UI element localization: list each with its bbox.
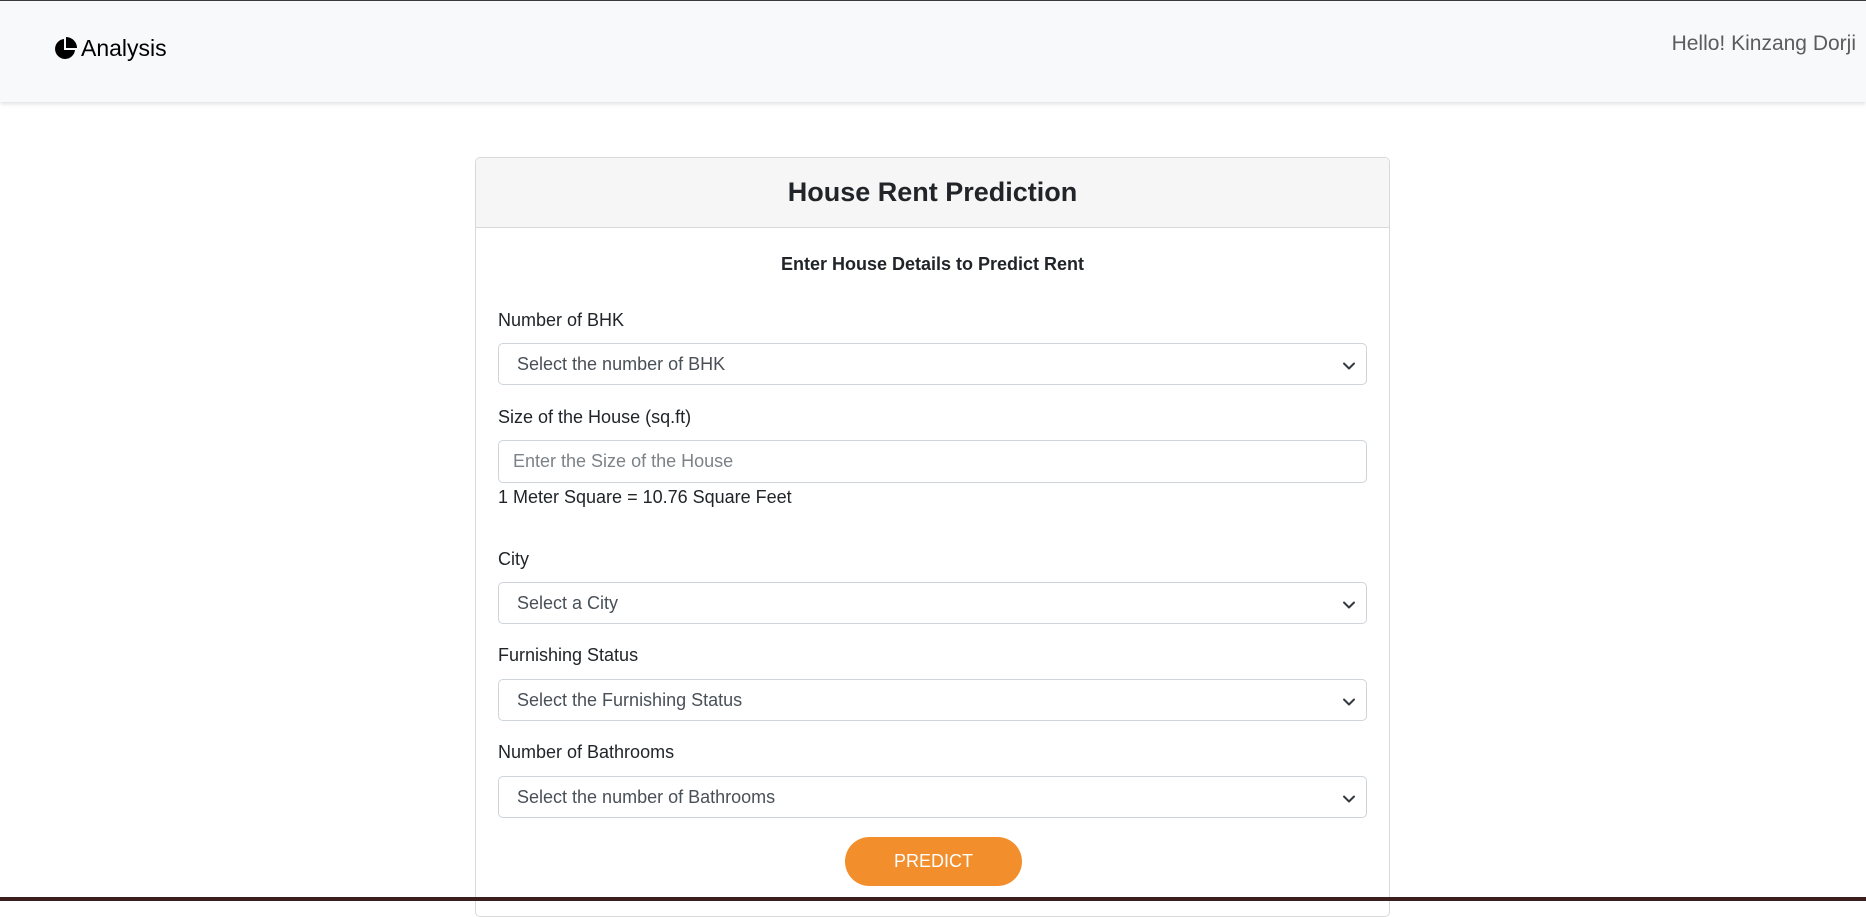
chevron-down-icon bbox=[1342, 596, 1356, 617]
chevron-down-icon bbox=[1342, 357, 1356, 378]
predict-button[interactable]: PREDICT bbox=[845, 837, 1022, 886]
user-greeting: Hello! Kinzang Dorji bbox=[1671, 32, 1856, 55]
city-label: City bbox=[498, 549, 529, 569]
top-navbar: Analysis Hello! Kinzang Dorji bbox=[0, 0, 1866, 102]
size-conversion-hint: 1 Meter Square = 10.76 Square Feet bbox=[498, 487, 792, 507]
card-title: House Rent Prediction bbox=[476, 158, 1389, 228]
furnishing-label: Furnishing Status bbox=[498, 645, 639, 665]
bhk-label: Number of BHK bbox=[498, 310, 625, 330]
chevron-down-icon bbox=[1342, 693, 1356, 714]
prediction-card: House Rent Prediction Enter House Detail… bbox=[475, 157, 1390, 917]
bhk-select[interactable]: Select the number of BHK bbox=[498, 343, 1367, 385]
bottom-edge-bar bbox=[0, 897, 1866, 901]
card-subtitle: Enter House Details to Predict Rent bbox=[780, 254, 1085, 274]
bathrooms-select-value: Select the number of Bathrooms bbox=[517, 786, 776, 807]
brand-label: Analysis bbox=[81, 35, 167, 61]
bathrooms-label: Number of Bathrooms bbox=[498, 742, 675, 762]
furnishing-select[interactable]: Select the Furnishing Status bbox=[498, 679, 1367, 721]
city-select[interactable]: Select a City bbox=[498, 582, 1367, 624]
chevron-down-icon bbox=[1342, 790, 1356, 811]
bhk-select-value: Select the number of BHK bbox=[517, 353, 726, 374]
size-input[interactable] bbox=[498, 440, 1367, 483]
brand-link[interactable]: Analysis bbox=[53, 35, 167, 62]
pie-chart-icon bbox=[53, 36, 77, 61]
size-label: Size of the House (sq.ft) bbox=[498, 407, 692, 427]
bathrooms-select[interactable]: Select the number of Bathrooms bbox=[498, 776, 1367, 818]
furnishing-select-value: Select the Furnishing Status bbox=[517, 689, 743, 710]
city-select-value: Select a City bbox=[517, 592, 619, 613]
